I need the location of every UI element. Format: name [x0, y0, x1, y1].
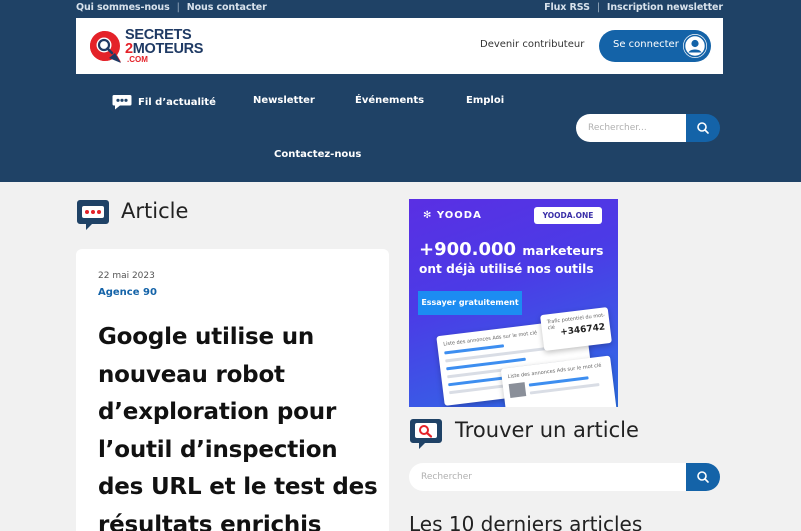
- header-search-button[interactable]: [686, 114, 720, 142]
- logo-magnifier-icon: [90, 31, 121, 63]
- link-contact[interactable]: Nous contacter: [187, 2, 267, 13]
- sidebar-search-input[interactable]: [409, 463, 686, 491]
- link-newsletter-signup[interactable]: Inscription newsletter: [607, 2, 723, 13]
- article-title[interactable]: Google utilise un nouveau robot d’explor…: [98, 319, 378, 531]
- yooda-ad-banner[interactable]: ✻ YOODA YOODA.ONE +900.000 marketeurs on…: [409, 199, 618, 407]
- ad-cta-button[interactable]: Essayer gratuitement: [418, 291, 522, 315]
- chat-bubble-icon: [112, 95, 132, 110]
- site-logo[interactable]: SECRETS 2MOTEURS .COM: [87, 27, 207, 67]
- header-search-input[interactable]: [576, 114, 686, 142]
- logo-text: SECRETS 2MOTEURS .COM: [125, 28, 203, 64]
- ad-badge: YOODA.ONE: [534, 207, 602, 224]
- site-header: Qui sommes-nous | Nous contacter Flux RSS |…: [0, 0, 801, 182]
- login-button-label: Se connecter: [613, 39, 679, 50]
- search-bubble-icon: [410, 419, 442, 449]
- top-links-right: Flux RSS | Inscription newsletter: [544, 2, 723, 13]
- nav-news-feed[interactable]: Fil d’actualité: [112, 94, 216, 110]
- ad-brand-name: YOODA: [436, 210, 482, 221]
- link-about[interactable]: Qui sommes-nous: [76, 2, 170, 13]
- sidebar-search: [409, 463, 720, 491]
- login-button[interactable]: Se connecter: [599, 30, 711, 62]
- separator: |: [176, 2, 180, 13]
- article-date: 22 mai 2023: [98, 271, 155, 281]
- nav-news-feed-label: Fil d’actualité: [138, 97, 216, 108]
- search-icon: [697, 122, 709, 134]
- article-author[interactable]: Agence 90: [98, 287, 157, 298]
- separator: |: [596, 2, 600, 13]
- sidebar-search-button[interactable]: [686, 463, 720, 491]
- logo-line2: 2MOTEURS: [125, 42, 203, 57]
- find-article-heading: Trouver un article: [455, 418, 639, 442]
- nav-newsletter[interactable]: Newsletter: [253, 95, 315, 106]
- header-search: [576, 114, 720, 142]
- top-links-left: Qui sommes-nous | Nous contacter: [76, 2, 267, 13]
- ad-headline-word: marketeurs: [522, 243, 604, 258]
- nav-contact-us[interactable]: Contactez-nous: [274, 149, 361, 160]
- logo-tld: .COM: [127, 55, 148, 64]
- article-bubble-icon: [77, 200, 109, 230]
- link-rss[interactable]: Flux RSS: [544, 2, 590, 13]
- article-card[interactable]: 22 mai 2023 Agence 90 Google utilise un …: [76, 249, 389, 531]
- latest-articles-heading: Les 10 derniers articles: [409, 512, 643, 531]
- article-section-heading: Article: [121, 199, 189, 223]
- ad-thumbnail: [508, 382, 527, 398]
- ad-headline-number: +900.000: [419, 239, 517, 260]
- ad-subline: ont déjà utilisé nos outils: [419, 262, 594, 276]
- nav-events[interactable]: Événements: [355, 95, 424, 106]
- nav-jobs[interactable]: Emploi: [466, 95, 504, 106]
- logo-line1: SECRETS: [125, 27, 192, 43]
- ad-stat-panel: Trafic potentiel du mot-clé +346742: [540, 306, 612, 352]
- user-circle-icon: [683, 34, 707, 58]
- ad-brand-logo: ✻ YOODA: [423, 210, 482, 221]
- header-bar: SECRETS 2MOTEURS .COM Devenir contribute…: [76, 18, 723, 74]
- ad-headline: +900.000 marketeurs: [419, 239, 603, 260]
- search-icon: [697, 471, 709, 483]
- become-contributor-link[interactable]: Devenir contributeur: [480, 39, 584, 50]
